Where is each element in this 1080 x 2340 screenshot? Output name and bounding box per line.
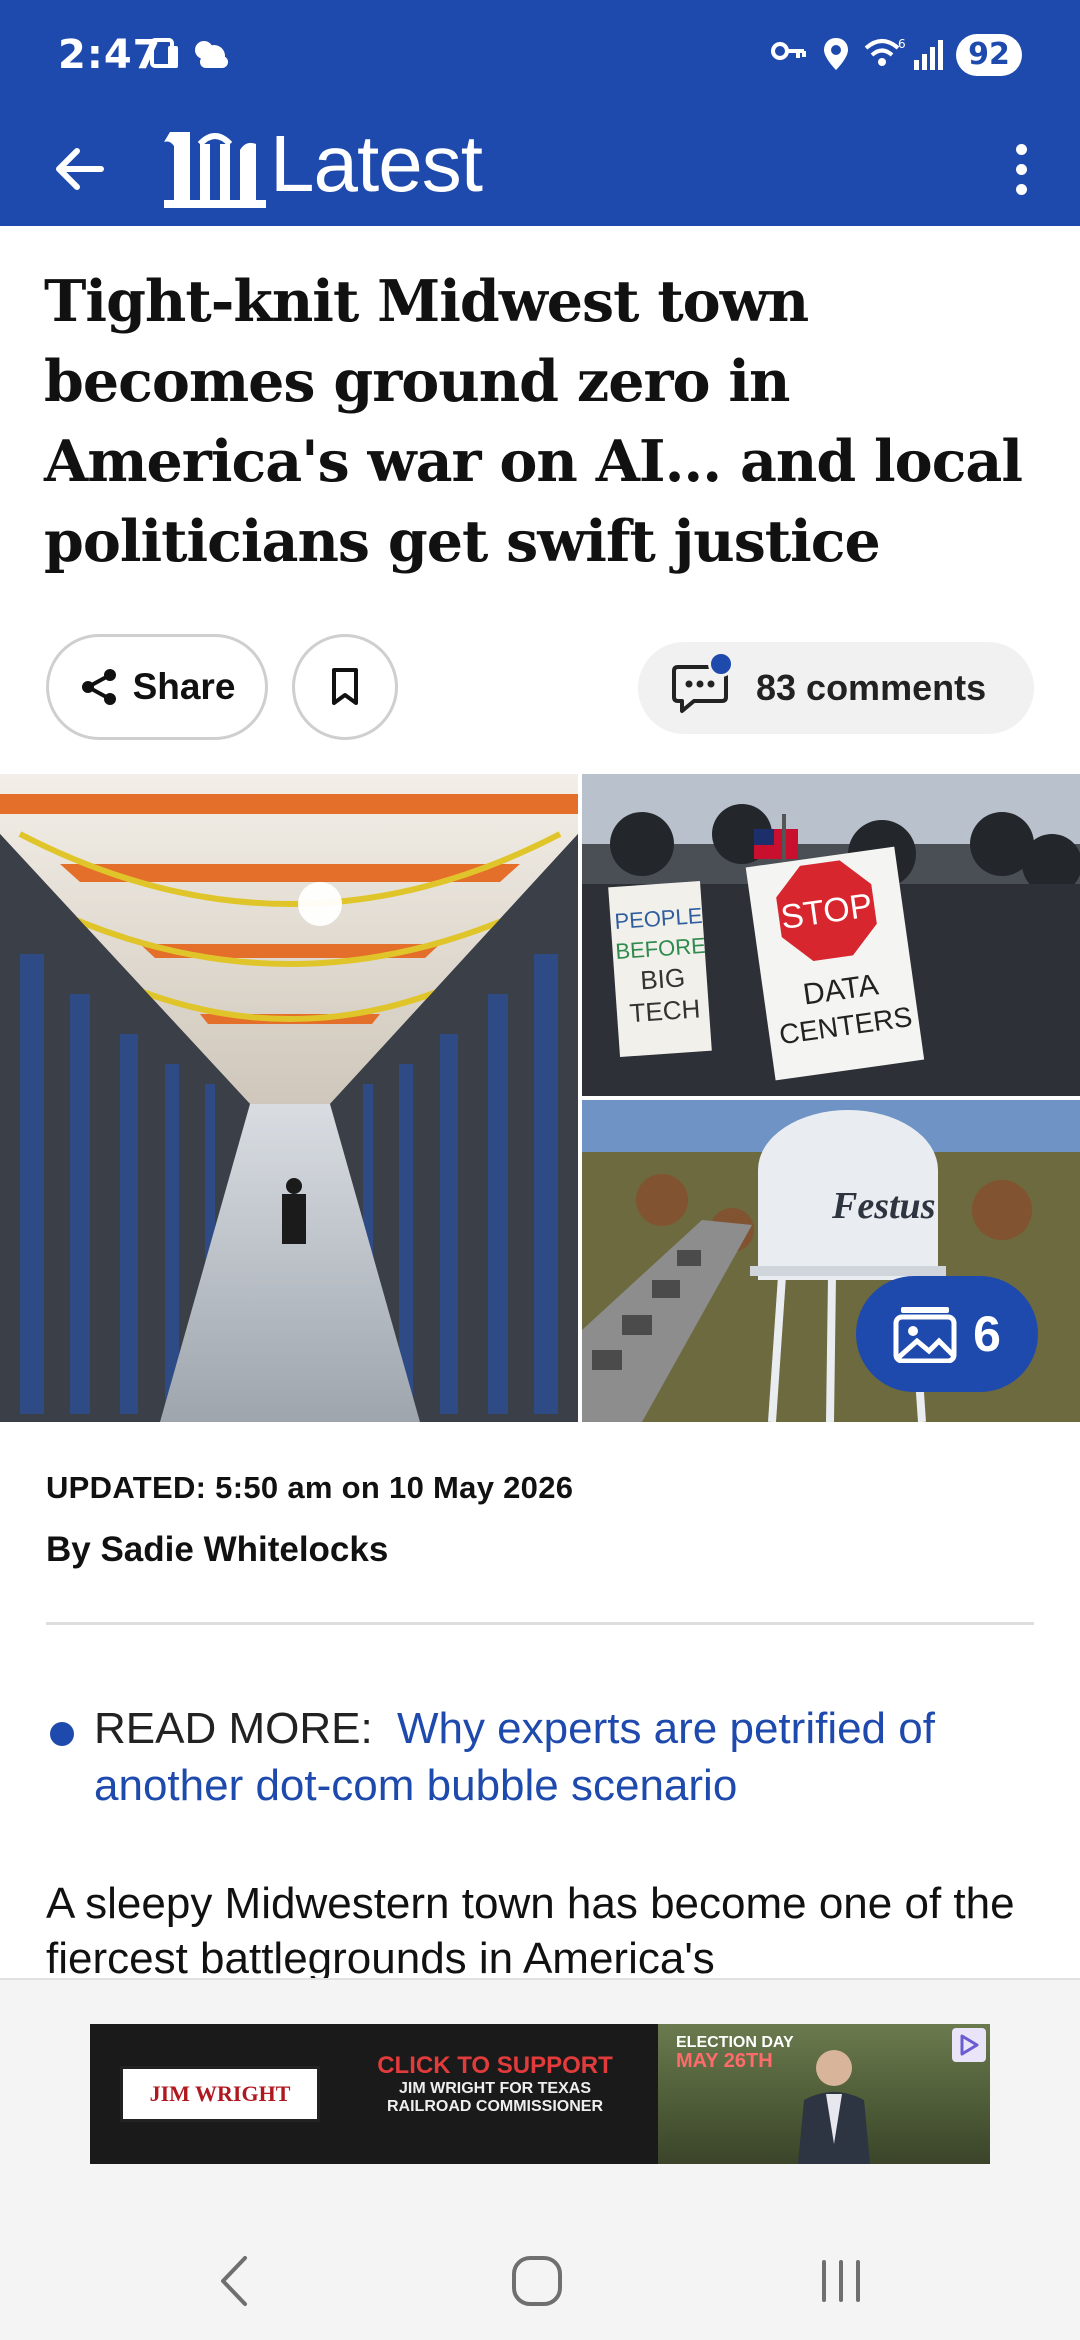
location-icon — [822, 36, 850, 77]
article-headline: Tight-knit Midwest town becomes ground z… — [44, 268, 1023, 575]
ad-logo: JIM WRIGHT — [120, 2066, 320, 2122]
author-byline: By Sadie Whitelocks — [46, 1530, 389, 1569]
svg-text:6: 6 — [898, 37, 906, 51]
ad-banner[interactable]: JIM WRIGHT CLICK TO SUPPORT JIM WRIGHT F… — [90, 2024, 990, 2164]
arrow-left-icon — [56, 148, 104, 190]
image-gallery[interactable]: PEOPLE BEFORE BIG TECH STOP DATA CENTERS… — [0, 774, 1080, 1422]
status-time: 2:47 — [58, 32, 162, 78]
comments-notification-dot — [708, 651, 734, 677]
calendar-icon — [150, 36, 180, 75]
app-bar: Latest — [0, 112, 1080, 226]
recents-icon — [822, 2260, 860, 2302]
nav-back-button[interactable] — [190, 2236, 280, 2326]
read-more-label: READ MORE: — [94, 1704, 373, 1753]
gallery-count-button[interactable]: 6 — [856, 1276, 1038, 1392]
chevron-left-icon — [221, 2256, 247, 2306]
svg-text:BIG: BIG — [639, 962, 686, 995]
share-icon — [81, 669, 116, 705]
bookmark-button[interactable] — [292, 634, 398, 740]
updated-timestamp: UPDATED: 5:50 am on 10 May 2026 — [46, 1470, 574, 1505]
back-button[interactable] — [40, 130, 118, 208]
svg-text:TECH: TECH — [629, 993, 702, 1028]
protest-image[interactable]: PEOPLE BEFORE BIG TECH STOP DATA CENTERS — [582, 774, 1080, 1096]
divider — [46, 1622, 1034, 1625]
nav-home-button[interactable] — [492, 2236, 582, 2326]
comments-count: 83 comments — [756, 667, 987, 708]
read-more: READ MORE: Why experts are petrified of … — [94, 1700, 1044, 1814]
ad-cta: CLICK TO SUPPORT — [377, 2052, 613, 2079]
article-body: A sleepy Midwestern town has become one … — [46, 1879, 1015, 1980]
comments-button[interactable]: 83 comments — [638, 642, 1034, 734]
top-bar: 2:47 6 92 Latest — [0, 0, 1080, 226]
daily-mail-logo[interactable] — [160, 122, 270, 212]
share-label: Share — [132, 666, 236, 707]
status-bar: 2:47 6 92 — [0, 0, 1080, 112]
home-circle-icon — [512, 2256, 562, 2306]
ad-choices-icon[interactable] — [952, 2028, 986, 2062]
app-bar-title: Latest — [270, 119, 483, 208]
wifi-icon: 6 — [862, 36, 906, 77]
weather-icon — [190, 36, 230, 75]
read-more-bullet — [50, 1722, 74, 1746]
bookmark-icon — [332, 668, 358, 705]
more-vert-icon — [1015, 143, 1027, 155]
ad-photo: ELECTION DAY MAY 26TH — [658, 2024, 990, 2164]
ad-subtext: JIM WRIGHT FOR TEXAS RAILROAD COMMISSION… — [387, 2080, 603, 2115]
share-button[interactable]: Share — [46, 634, 268, 740]
battery-indicator: 92 — [956, 34, 1022, 76]
gallery-count: 6 — [973, 1306, 1001, 1362]
more-options-button[interactable] — [986, 134, 1056, 204]
system-nav-bar — [0, 2218, 1080, 2340]
svg-text:Festus: Festus — [831, 1185, 935, 1227]
nav-recents-button[interactable] — [796, 2236, 886, 2326]
data-center-image[interactable] — [0, 774, 578, 1422]
key-icon — [770, 36, 808, 71]
image-gallery-icon — [893, 1307, 957, 1363]
comment-icon — [672, 651, 734, 715]
signal-icon — [912, 36, 948, 77]
